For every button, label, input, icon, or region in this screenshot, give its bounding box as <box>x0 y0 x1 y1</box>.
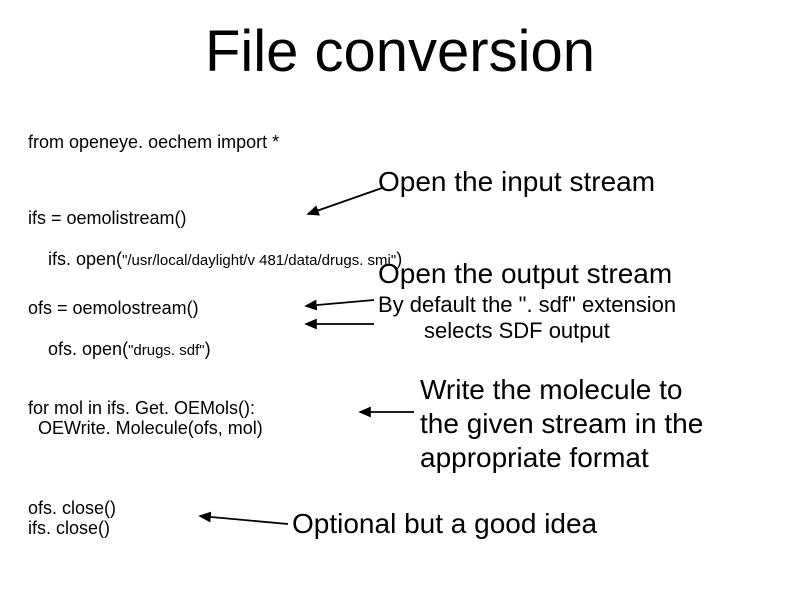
code-ifs-open: ifs. open("/usr/local/daylight/v 481/dat… <box>28 228 402 291</box>
annotation-open-input: Open the input stream <box>378 166 655 198</box>
code-loop-line2: OEWrite. Molecule(ofs, mol) <box>28 418 263 439</box>
code-ofs-open-arg: "drugs. sdf" <box>128 342 205 359</box>
annotation-open-output: Open the output stream <box>378 258 672 290</box>
arrow-open-input <box>308 188 382 214</box>
code-ofs-open: ofs. open("drugs. sdf") <box>28 318 211 381</box>
annotation-write-line3: appropriate format <box>420 442 649 474</box>
code-close2: ifs. close() <box>28 518 110 539</box>
annotation-write-line1: Write the molecule to <box>420 374 683 406</box>
annotation-sdf-line1: By default the ". sdf" extension <box>378 292 676 318</box>
code-close1: ofs. close() <box>28 498 116 519</box>
code-ifs-open-prefix: ifs. open( <box>48 249 122 269</box>
code-ofs-decl: ofs = oemolostream() <box>28 298 199 319</box>
code-ofs-open-prefix: ofs. open( <box>48 339 128 359</box>
slide-title: File conversion <box>0 18 800 85</box>
annotation-write-line2: the given stream in the <box>420 408 703 440</box>
code-loop-line1: for mol in ifs. Get. OEMols(): <box>28 398 255 419</box>
annotation-sdf-line2: selects SDF output <box>424 318 610 344</box>
code-ifs-decl: ifs = oemolistream() <box>28 208 187 229</box>
arrow-optional <box>200 516 288 524</box>
code-ofs-open-suffix: ) <box>205 339 211 359</box>
code-ifs-open-arg: "/usr/local/daylight/v 481/data/drugs. s… <box>122 252 396 269</box>
arrow-open-output-1 <box>306 300 374 306</box>
slide: File conversion from openeye. oechem imp… <box>0 0 800 600</box>
code-import: from openeye. oechem import * <box>28 132 279 153</box>
annotation-optional: Optional but a good idea <box>292 508 597 540</box>
